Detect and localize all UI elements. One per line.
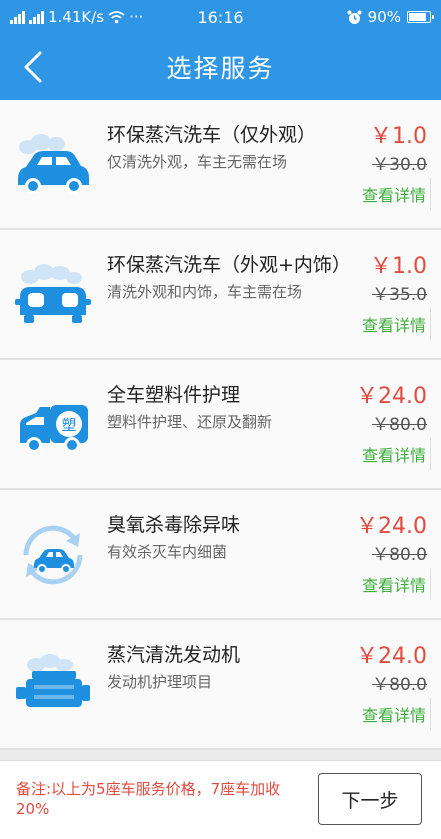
service-item[interactable]: 塑 全车塑料件护理 塑料件护理、还原及翻新 ￥24.0 ￥80.0 查看详情 — [0, 360, 441, 490]
service-desc: 有效杀灭车内细菌 — [107, 543, 228, 561]
view-details-link[interactable]: 查看详情 — [362, 438, 431, 470]
service-original-price: ￥30.0 — [372, 155, 427, 175]
plastic-care-truck-icon: 塑 — [20, 405, 88, 453]
engine-icon — [16, 654, 90, 707]
service-desc: 发动机护理项目 — [107, 673, 213, 691]
service-name: 全车塑料件护理 — [107, 384, 241, 406]
battery-percent: 90% — [367, 8, 401, 26]
view-details-link[interactable]: 查看详情 — [362, 698, 431, 730]
service-item[interactable]: 臭氧杀毒除异味 有效杀灭车内细菌 ￥24.0 ￥80.0 查看详情 — [0, 490, 441, 620]
app-header: 1.41K/s ··· 16:16 90% 选择服务 — [0, 0, 441, 100]
service-item[interactable]: 环保蒸汽洗车（外观+内饰） 清洗外观和内饰，车主需在场 ￥1.0 ￥35.0 查… — [0, 230, 441, 360]
signal-icon-2 — [29, 10, 44, 24]
view-details-link[interactable]: 查看详情 — [362, 308, 431, 340]
service-name: 环保蒸汽洗车（外观+内饰） — [107, 254, 351, 276]
service-price: ￥24.0 — [356, 514, 427, 539]
service-original-price: ￥35.0 — [372, 285, 427, 305]
price-note: 备注:以上为5座车服务价格，7座车加收20% — [16, 780, 281, 818]
nav-bar: 选择服务 — [0, 34, 441, 100]
service-desc: 塑料件护理、还原及翻新 — [107, 413, 273, 431]
service-item[interactable]: 蒸汽清洗发动机 发动机护理项目 ￥24.0 ￥80.0 查看详情 — [0, 620, 441, 750]
service-price: ￥24.0 — [356, 384, 427, 409]
alarm-clock-icon — [347, 10, 362, 24]
status-bar: 1.41K/s ··· 16:16 90% — [0, 0, 441, 34]
service-name: 环保蒸汽洗车（仅外观） — [107, 124, 317, 146]
chevron-left-icon — [24, 51, 42, 83]
net-speed: 1.41K/s — [48, 8, 105, 26]
service-name: 臭氧杀毒除异味 — [107, 514, 241, 536]
next-step-button[interactable]: 下一步 — [318, 773, 422, 825]
service-desc: 仅清洗外观，车主无需在场 — [107, 153, 288, 171]
ozone-refresh-car-icon — [23, 525, 83, 585]
battery-icon — [407, 11, 434, 23]
service-price: ￥1.0 — [370, 124, 427, 149]
service-item[interactable]: 环保蒸汽洗车（仅外观） 仅清洗外观，车主无需在场 ￥1.0 ￥30.0 查看详情 — [0, 100, 441, 230]
car-wash-icon — [18, 134, 89, 194]
signal-icon — [10, 10, 25, 24]
wifi-icon — [108, 11, 125, 24]
service-price: ￥24.0 — [356, 644, 427, 669]
back-button[interactable] — [8, 42, 58, 92]
footer-bar: 备注:以上为5座车服务价格，7座车加收20% 下一步 — [0, 760, 441, 839]
service-original-price: ￥80.0 — [372, 675, 427, 695]
more-indicator: ··· — [129, 8, 144, 26]
view-details-link[interactable]: 查看详情 — [362, 568, 431, 600]
service-original-price: ￥80.0 — [372, 415, 427, 435]
service-price: ￥1.0 — [370, 254, 427, 279]
car-interior-icon — [15, 264, 91, 323]
service-desc: 清洗外观和内饰，车主需在场 — [107, 283, 303, 301]
service-list: 环保蒸汽洗车（仅外观） 仅清洗外观，车主无需在场 ￥1.0 ￥30.0 查看详情… — [0, 100, 441, 750]
service-name: 蒸汽清洗发动机 — [107, 644, 241, 666]
page-title: 选择服务 — [166, 54, 275, 83]
service-original-price: ￥80.0 — [372, 545, 427, 565]
plastic-badge-text: 塑 — [61, 416, 76, 434]
view-details-link[interactable]: 查看详情 — [362, 178, 431, 210]
